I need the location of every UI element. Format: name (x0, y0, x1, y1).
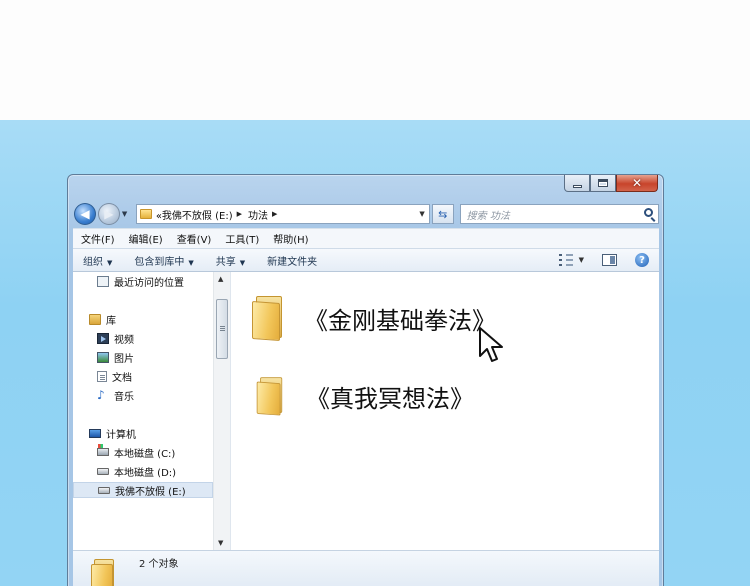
nav-label: 音乐 (114, 391, 134, 403)
nav-item-videos[interactable]: 视频 (97, 330, 134, 346)
menu-edit[interactable]: 编辑(E) (129, 231, 163, 246)
menu-file[interactable]: 文件(F) (81, 231, 115, 246)
picture-icon (97, 351, 109, 363)
computer-icon (89, 428, 101, 438)
drive-icon (98, 486, 110, 494)
nav-label: 文档 (112, 372, 132, 384)
content-area: 最近访问的位置 库 视频 图片 文档 ♪ 音乐 计算机 本地磁盘 (C:) 本地磁… (73, 272, 659, 550)
nav-label: 库 (106, 315, 116, 327)
search-input[interactable]: 搜索 功法 (459, 204, 659, 224)
scroll-up-icon[interactable]: ▲ (218, 275, 223, 283)
details-pane: 2 个对象 (73, 550, 659, 586)
file-list: 《金刚基础拳法》 《真我冥想法》 (232, 272, 659, 550)
menu-help[interactable]: 帮助(H) (273, 231, 308, 246)
address-row: ◀ ▶ ▼ «我佛不放假 (E:) ▶ 功法 ▶ ▼ ⇆ 搜索 功法 (74, 202, 659, 226)
menu-view[interactable]: 查看(V) (177, 231, 212, 246)
folder-icon (139, 209, 152, 219)
new-folder-button[interactable]: 新建文件夹 (267, 253, 317, 268)
nav-item-documents[interactable]: 文档 (97, 368, 132, 384)
command-bar: 组织 ▼ 包含到库中 ▼ 共享 ▼ 新建文件夹 ▼ ? (73, 248, 659, 272)
item-count: 2 个对象 (139, 559, 179, 570)
maximize-button[interactable] (590, 175, 616, 192)
address-bar[interactable]: «我佛不放假 (E:) ▶ 功法 ▶ ▼ (135, 204, 430, 224)
refresh-button[interactable]: ⇆ (431, 204, 454, 224)
chevron-down-icon: ▼ (239, 258, 246, 267)
file-item[interactable]: 《真我冥想法》 (252, 374, 474, 418)
breadcrumb-arrow-icon[interactable]: ▶ (237, 210, 242, 218)
nav-item-drive-c[interactable]: 本地磁盘 (C:) (97, 444, 175, 460)
recent-places-icon (97, 275, 109, 287)
library-icon (89, 313, 101, 325)
nav-label: 本地磁盘 (C:) (114, 448, 176, 460)
folder-icon (256, 377, 288, 416)
share-label: 共享 (215, 256, 236, 268)
folder-icon (252, 296, 288, 341)
forward-arrow-icon: ▶ (104, 207, 114, 221)
include-library-button[interactable]: 包含到库中 ▼ (134, 253, 193, 268)
nav-item-music[interactable]: ♪ 音乐 (97, 387, 134, 403)
document-icon (97, 370, 107, 382)
file-name: 《金刚基础拳法》 (304, 306, 496, 335)
preview-pane-icon[interactable] (602, 254, 617, 266)
nav-label: 视频 (114, 334, 134, 346)
scrollbar-thumb[interactable] (216, 299, 228, 359)
nav-item-drive-d[interactable]: 本地磁盘 (D:) (97, 463, 176, 479)
nav-label: 我佛不放假 (E:) (115, 486, 186, 498)
navigation-pane: 最近访问的位置 库 视频 图片 文档 ♪ 音乐 计算机 本地磁盘 (C:) 本地磁… (73, 272, 231, 550)
nav-item-recent[interactable]: 最近访问的位置 (97, 273, 184, 289)
nav-item-drive-e[interactable]: 我佛不放假 (E:) (73, 482, 213, 498)
breadcrumb-arrow-icon[interactable]: ▶ (272, 210, 277, 218)
close-icon: ✕ (631, 176, 643, 190)
close-button[interactable]: ✕ (616, 175, 658, 192)
breadcrumb-drive[interactable]: «我佛不放假 (E:) (156, 207, 233, 222)
maximize-icon (598, 179, 608, 187)
nav-item-pictures[interactable]: 图片 (97, 349, 134, 365)
breadcrumb-folder[interactable]: 功法 (248, 207, 268, 222)
chevron-down-icon: ▼ (188, 258, 194, 267)
search-placeholder: 搜索 功法 (466, 210, 510, 222)
history-dropdown-icon[interactable]: ▼ (122, 210, 132, 218)
view-controls: ▼ ? (558, 253, 649, 267)
nav-label: 本地磁盘 (D:) (114, 467, 177, 479)
menu-bar: 文件(F) 编辑(E) 查看(V) 工具(T) 帮助(H) (73, 228, 659, 248)
help-icon[interactable]: ? (635, 253, 649, 267)
nav-label: 图片 (114, 353, 134, 365)
caption-buttons: ✕ (564, 175, 658, 193)
minimize-button[interactable] (564, 175, 590, 192)
chevron-down-icon: ▼ (107, 258, 113, 267)
explorer-window: ✕ ◀ ▶ ▼ «我佛不放假 (E:) ▶ 功法 ▶ ▼ ⇆ 搜索 功法 文件(… (67, 174, 664, 586)
file-item[interactable]: 《金刚基础拳法》 (252, 296, 496, 341)
top-blank-band (0, 0, 750, 120)
nav-label: 计算机 (106, 429, 136, 441)
share-button[interactable]: 共享 ▼ (216, 253, 245, 268)
address-dropdown-icon[interactable]: ▼ (419, 210, 424, 218)
view-dropdown-icon[interactable]: ▼ (579, 256, 584, 264)
back-button[interactable]: ◀ (74, 203, 96, 225)
organize-button[interactable]: 组织 ▼ (83, 253, 112, 268)
forward-button[interactable]: ▶ (97, 203, 120, 225)
include-library-label: 包含到库中 (134, 256, 185, 268)
refresh-icon: ⇆ (438, 207, 448, 221)
nav-scrollbar[interactable]: ▲ ▼ (213, 272, 230, 550)
video-icon (97, 332, 109, 344)
menu-tools[interactable]: 工具(T) (225, 231, 259, 246)
nav-label: 最近访问的位置 (114, 277, 184, 289)
mouse-pointer-icon (479, 327, 503, 362)
change-view-icon[interactable] (558, 254, 573, 266)
minimize-icon (572, 184, 582, 188)
music-icon: ♪ (97, 387, 105, 402)
folder-icon (91, 559, 117, 586)
nav-item-computer[interactable]: 计算机 (89, 425, 136, 441)
back-arrow-icon: ◀ (80, 207, 90, 221)
organize-label: 组织 (83, 256, 103, 268)
scroll-down-icon[interactable]: ▼ (218, 539, 223, 547)
system-drive-icon (97, 444, 109, 456)
search-icon[interactable] (643, 208, 653, 217)
drive-icon (97, 467, 109, 475)
file-name: 《真我冥想法》 (306, 384, 474, 413)
nav-item-library[interactable]: 库 (89, 311, 116, 327)
